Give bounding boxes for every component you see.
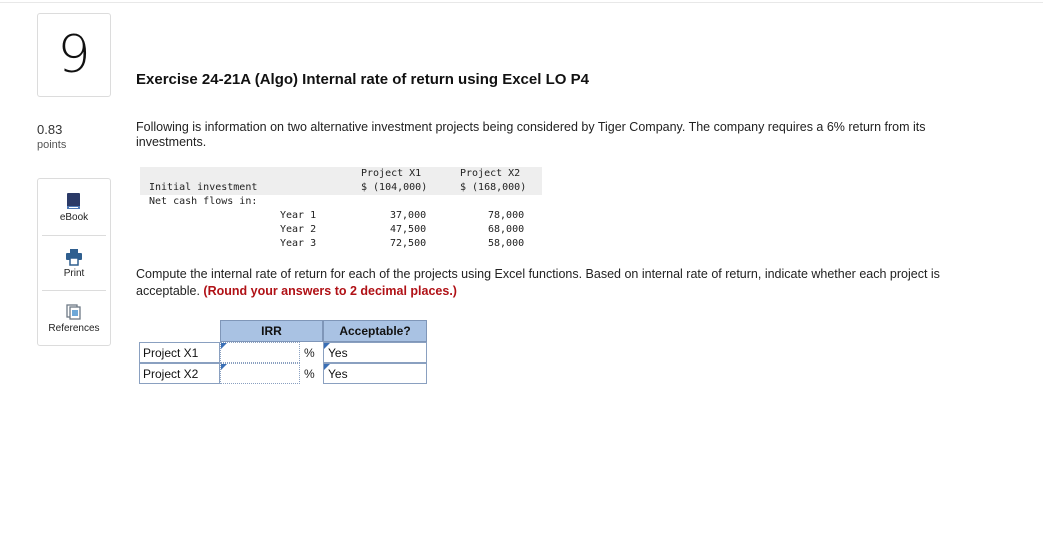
year-label: Year 1 <box>280 210 317 221</box>
year-value-x2: 58,000 <box>488 238 525 249</box>
year-label: Year 2 <box>280 224 317 235</box>
acceptable-header: Acceptable? <box>323 320 427 342</box>
references-label: References <box>48 323 100 334</box>
exercise-title: Exercise 24-21A (Algo) Internal rate of … <box>136 71 589 88</box>
points-label: points <box>37 139 67 151</box>
ebook-icon <box>64 192 84 210</box>
top-divider <box>0 2 1043 3</box>
printer-icon <box>64 248 84 266</box>
acceptable-select-project-x2[interactable]: Yes <box>323 363 427 384</box>
rounding-note: (Round your answers to 2 decimal places.… <box>203 284 457 298</box>
irr-header: IRR <box>220 320 323 342</box>
acceptable-select-project-x1[interactable]: Yes <box>323 342 427 363</box>
question-number: 9 <box>37 13 111 97</box>
year-value-x1: 47,500 <box>390 224 427 235</box>
initial-investment-x1: $ (104,000) <box>361 182 428 193</box>
initial-investment-label: Initial investment <box>149 182 258 193</box>
year-value-x2: 78,000 <box>488 210 525 221</box>
ebook-label: eBook <box>59 212 89 223</box>
points-value: 0.83 <box>37 122 63 137</box>
year-label: Year 3 <box>280 238 317 249</box>
print-label: Print <box>63 268 85 279</box>
initial-investment-x2: $ (168,000) <box>460 182 527 193</box>
col-header-x2: Project X2 <box>460 168 521 179</box>
percent-sign: % <box>304 367 315 381</box>
row-label-project-x1: Project X1 <box>139 342 220 363</box>
col-header-x1: Project X1 <box>361 168 422 179</box>
row-label-project-x2: Project X2 <box>139 363 220 384</box>
instruction-text: Compute the internal rate of return for … <box>136 266 966 300</box>
year-value-x2: 68,000 <box>488 224 525 235</box>
net-cash-flows-label: Net cash flows in: <box>149 196 258 207</box>
year-value-x1: 37,000 <box>390 210 427 221</box>
irr-input-project-x2[interactable] <box>220 363 300 384</box>
print-button[interactable]: Print <box>38 235 110 289</box>
tool-panel: eBook Print References <box>37 178 111 346</box>
references-icon <box>64 303 84 321</box>
percent-sign: % <box>304 346 315 360</box>
references-button[interactable]: References <box>38 290 110 344</box>
ebook-button[interactable]: eBook <box>38 179 110 233</box>
exercise-intro: Following is information on two alternat… <box>136 120 926 149</box>
irr-input-project-x1[interactable] <box>220 342 300 363</box>
year-value-x1: 72,500 <box>390 238 427 249</box>
